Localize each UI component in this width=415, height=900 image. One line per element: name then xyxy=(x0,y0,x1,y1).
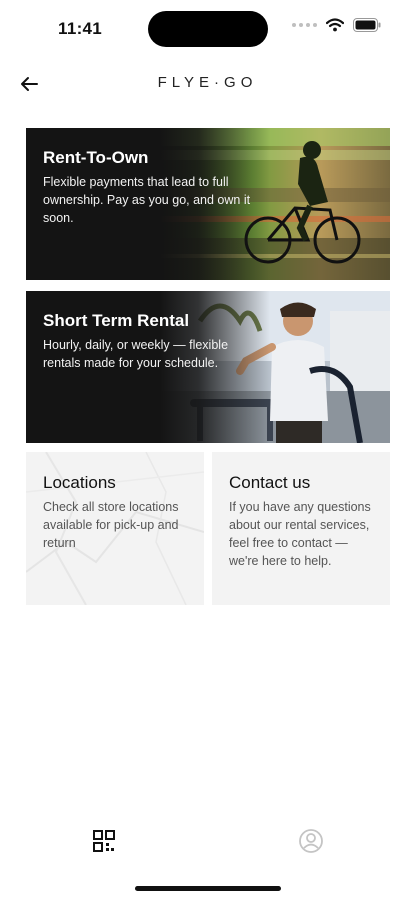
status-bar: 11:41 xyxy=(0,0,415,56)
status-time: 11:41 xyxy=(58,19,103,38)
rent-to-own-card[interactable]: Rent-To-Own Flexible payments that lead … xyxy=(26,128,390,280)
bottom-tab-bar xyxy=(0,812,415,872)
tile-title: Contact us xyxy=(229,473,311,492)
home-indicator xyxy=(135,886,281,891)
card-description: Hourly, daily, or weekly — flexible rent… xyxy=(43,338,229,370)
card-title: Rent-To-Own xyxy=(43,148,149,167)
user-circle-icon[interactable] xyxy=(298,828,324,854)
contact-us-tile[interactable]: Contact us If you have any questions abo… xyxy=(212,452,390,605)
brand-logo: FLYE·GO xyxy=(157,74,258,91)
card-title: Short Term Rental xyxy=(43,311,190,330)
app-header: FLYE·GO xyxy=(0,62,415,106)
card-description: Flexible payments that lead to full owne… xyxy=(43,175,251,225)
status-icons xyxy=(292,18,381,32)
cellular-signal-icon xyxy=(292,23,317,27)
battery-icon xyxy=(353,18,381,32)
tile-description: Check all store locations available for … xyxy=(43,500,179,550)
wifi-icon xyxy=(326,18,344,32)
tile-description: If you have any questions about our rent… xyxy=(229,500,371,568)
short-term-rental-card[interactable]: Short Term Rental Hourly, daily, or week… xyxy=(26,291,390,443)
tile-title: Locations xyxy=(43,473,116,492)
dynamic-island xyxy=(148,11,268,47)
locations-tile[interactable]: Locations Check all store locations avai… xyxy=(26,452,204,605)
qr-grid-icon[interactable] xyxy=(91,828,117,854)
